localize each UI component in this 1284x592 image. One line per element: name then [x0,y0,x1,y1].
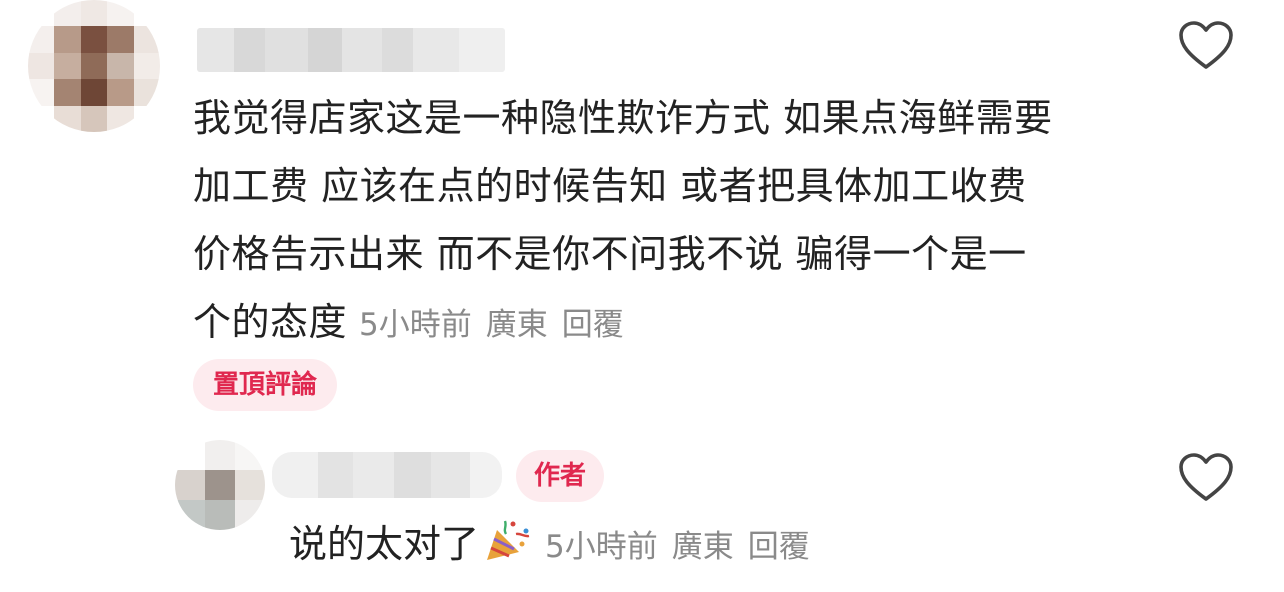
username-redacted[interactable] [197,28,505,72]
author-badge: 作者 [516,450,605,502]
comment-line: 价格告示出来 而不是你不问我不说 骗得一个是一 [193,232,1027,276]
comment-line-text: 个的态度 [193,300,348,344]
heart-outline-icon [1179,21,1233,69]
username-redacted[interactable] [272,452,502,498]
heart-outline-icon [1179,453,1233,501]
comment-location: 廣東 [485,307,548,343]
reply-button[interactable]: 回覆 [748,529,810,565]
comment-line: 加工费 应该在点的时候告知 或者把具体加工收费 [193,164,1027,208]
comment-body[interactable]: 我觉得店家这是一种隐性欺诈方式 如果点海鲜需要 加工费 应该在点的时候告知 或者… [193,84,1153,359]
avatar[interactable] [28,0,160,132]
comment-line-last: 个的态度 5小時前 廣東 回覆 [193,288,1153,359]
pinned-comment-badge: 置頂評論 [193,359,338,411]
like-button[interactable] [1178,20,1234,72]
reply-body[interactable]: 说的太对了 5小時前 廣東 回覆 [289,510,810,581]
comment-meta: 5小時前 廣東 回覆 [359,307,624,343]
reply-meta: 5小時前 廣東 回覆 [545,529,810,565]
comment-line: 我觉得店家这是一种隐性欺诈方式 如果点海鲜需要 [193,96,1053,140]
reply-location: 廣東 [671,529,734,565]
reply-time: 5小時前 [545,529,658,565]
comment-time: 5小時前 [359,307,472,343]
reply-text: 说的太对了 [289,522,480,566]
reply-button[interactable]: 回覆 [562,307,624,343]
like-button[interactable] [1178,452,1234,504]
party-popper-icon [487,520,530,560]
avatar[interactable] [175,440,265,530]
